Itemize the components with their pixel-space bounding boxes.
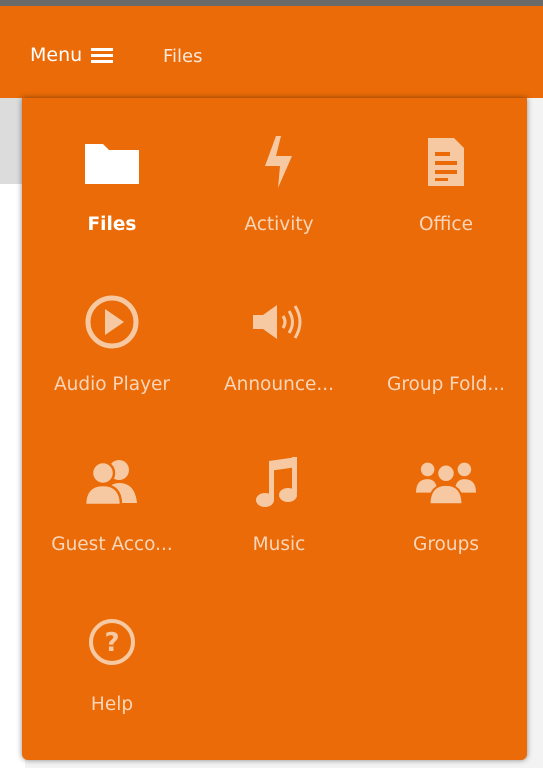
app-item-office[interactable]: Office [361, 98, 531, 248]
groups-icon [416, 452, 476, 512]
menu-toggle-button[interactable]: Menu [30, 44, 114, 66]
current-app-title: Files [163, 46, 203, 67]
app-item-help[interactable]: ? Help [27, 578, 197, 728]
app-item-groups[interactable]: Groups [361, 418, 531, 568]
app-label: Audio Player [53, 374, 171, 395]
app-item-guest-accounts[interactable]: Guest Acco... [27, 418, 197, 568]
app-label: Guest Acco... [51, 534, 173, 555]
help-icon: ? [82, 612, 142, 672]
folder-icon [82, 132, 142, 192]
apps-menu-panel: Files Activity Office Audio Player Annou… [22, 98, 527, 760]
hamburger-icon [91, 47, 114, 63]
app-label: Help [90, 694, 134, 715]
app-label: Office [418, 214, 473, 235]
play-circle-icon [82, 292, 142, 352]
app-label: Files [87, 214, 137, 235]
app-item-music[interactable]: Music [194, 418, 364, 568]
app-item-group-folders[interactable]: Group Fold... [361, 258, 531, 408]
menu-label: Menu [30, 44, 83, 66]
app-label: Groups [413, 534, 479, 555]
svg-text:?: ? [104, 628, 119, 658]
top-bar: Menu Files [0, 0, 543, 98]
group-folder-icon [416, 292, 476, 352]
lightning-icon [249, 132, 309, 192]
music-note-icon [249, 452, 309, 512]
app-item-activity[interactable]: Activity [194, 98, 364, 248]
app-item-audio-player[interactable]: Audio Player [27, 258, 197, 408]
app-label: Activity [244, 214, 314, 235]
app-label: Announce... [223, 374, 335, 395]
document-icon [416, 132, 476, 192]
speaker-icon [249, 292, 309, 352]
app-label: Group Fold... [386, 374, 506, 395]
guests-icon [82, 452, 142, 512]
app-label: Music [252, 534, 306, 555]
app-item-files[interactable]: Files [27, 98, 197, 248]
app-item-announcements[interactable]: Announce... [194, 258, 364, 408]
